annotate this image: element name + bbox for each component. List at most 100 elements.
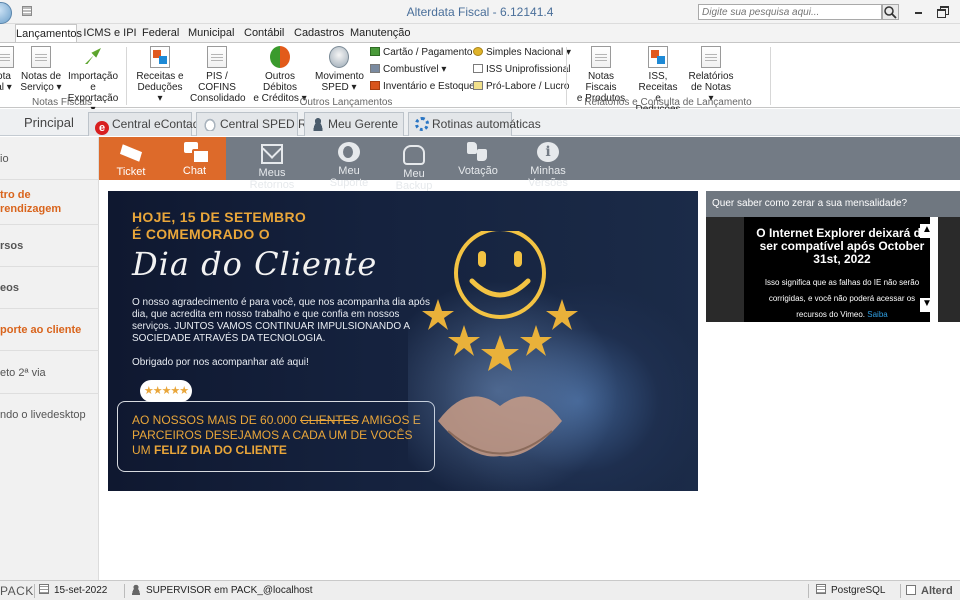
ie-warning-title: O Internet Explorer deixará de ser compa… xyxy=(756,226,928,266)
document-icon xyxy=(0,46,14,68)
tab-manutencao[interactable]: Manutenção xyxy=(350,24,411,42)
thumbs-icon xyxy=(467,142,489,162)
meu-backup-button[interactable]: Meu Backup xyxy=(385,137,443,192)
dia-do-cliente-banner[interactable]: HOJE, 15 DE SETEMBRO É COMEMORADO O Dia … xyxy=(108,191,698,491)
video-embed[interactable]: O Internet Explorer deixará de ser compa… xyxy=(744,217,930,322)
card-icon xyxy=(370,47,380,56)
banner-headline: HOJE, 15 DE SETEMBRO É COMEMORADO O xyxy=(132,209,307,242)
sidebar-item-videos[interactable]: eos xyxy=(0,267,99,309)
tab-cadastros[interactable]: Cadastros xyxy=(294,24,344,42)
banner-thanks-text: Obrigado por nos acompanhar até aqui! xyxy=(132,357,309,368)
tab-lancamentos[interactable]: Lançamentos xyxy=(15,24,82,43)
database-icon xyxy=(816,584,826,594)
pro-labore-icon xyxy=(473,81,483,90)
info-icon: i xyxy=(537,142,559,162)
tab-central-sped-reinf[interactable]: Central SPED Reinf xyxy=(196,112,326,136)
revenue-icon xyxy=(150,46,170,68)
meus-retornos-button[interactable]: Meus Retornos xyxy=(236,137,308,191)
combustivel-button[interactable]: Combustível ▾ xyxy=(370,64,446,76)
scroll-up-icon[interactable]: ▲ xyxy=(920,224,934,238)
tab-federal[interactable]: Federal xyxy=(142,24,179,42)
pro-labore-button[interactable]: Pró-Labore / Lucro xyxy=(473,81,569,93)
minimize-button[interactable] xyxy=(912,5,926,17)
chat-icon xyxy=(183,142,210,164)
user-icon xyxy=(130,584,142,595)
mail-icon xyxy=(261,144,283,164)
status-brand: Alterd xyxy=(906,581,960,600)
tab-rotinas-automaticas[interactable]: Rotinas automáticas xyxy=(408,112,541,136)
sidebar: io tro de rendizagem rsos eos porte ao c… xyxy=(0,137,99,580)
support-icon xyxy=(338,142,360,162)
notas-servico-button[interactable]: Notas de Serviço ▾ xyxy=(20,46,62,93)
group-separator xyxy=(566,47,567,105)
cloud-icon xyxy=(203,117,217,131)
menu-bar: Lançamentos ICMS e IPI Federal Municipal… xyxy=(0,24,960,43)
scroll-down-icon[interactable]: ▼ xyxy=(920,298,934,312)
iss-icon xyxy=(473,64,483,73)
video-panel-header: Quer saber como zerar a sua mensalidade? xyxy=(706,191,960,217)
notes-report-icon xyxy=(701,46,721,68)
banner-script-title: Dia do Cliente xyxy=(132,245,378,283)
report-icon xyxy=(591,46,611,68)
ticket-button[interactable]: Ticket xyxy=(99,137,163,180)
inventory-icon xyxy=(370,81,380,90)
pis-cofins-icon xyxy=(207,46,227,68)
receitas-deducoes-button[interactable]: Receitas e Deduções ▾ xyxy=(136,46,184,104)
sidebar-item-boleto[interactable]: eto 2ª via xyxy=(0,351,99,394)
group-label-relatorios: Relatórios e Consulta de Lançamento xyxy=(584,97,752,108)
pis-cofins-button[interactable]: PIS / COFINS Consolidado xyxy=(190,46,246,104)
econtador-icon: e xyxy=(95,121,109,135)
video-panel: Quer saber como zerar a sua mensalidade?… xyxy=(706,191,960,322)
simples-icon xyxy=(473,47,483,56)
import-export-icon xyxy=(83,46,103,68)
meu-suporte-button[interactable]: Meu Suporte xyxy=(318,137,380,189)
iss-uniprofissional-button[interactable]: ISS Uniprofissional xyxy=(473,64,570,76)
tab-central-econtador[interactable]: e Central eContador xyxy=(88,112,210,136)
rel-relatorios-notas-button[interactable]: Relatórios de Notas ▾ xyxy=(688,46,734,104)
tab-icms-ipi[interactable]: ICMS e IPI xyxy=(82,24,138,42)
sidebar-item-livedesktop[interactable]: ndo o livedesktop xyxy=(0,394,99,437)
tab-contabil[interactable]: Contábil xyxy=(244,24,284,42)
inventario-estoque-button[interactable]: Inventário e Estoque ▾ xyxy=(370,81,483,93)
rating-badge: ★★★★★ xyxy=(140,380,192,402)
title-bar: Alterdata Fiscal - 6.12141.4 xyxy=(0,0,960,24)
votacao-button[interactable]: Votação xyxy=(454,137,502,180)
smiley-stars-illustration xyxy=(408,231,618,491)
status-database: PostgreSQL xyxy=(816,581,885,600)
tab-meu-gerente[interactable]: Meu Gerente xyxy=(304,112,404,136)
service-bar: Ticket Chat Meus Retornos Meu Suporte Me… xyxy=(99,137,960,192)
ie-warning-message: Isso significa que as falhas do IE não s… xyxy=(764,278,920,319)
sidebar-item-inicio[interactable]: io xyxy=(0,137,99,180)
status-date: 15-set-2022 xyxy=(39,581,107,600)
banner-body-text: O nosso agradecimento é para você, que n… xyxy=(132,297,430,344)
plus-minus-icon xyxy=(270,46,290,68)
group-separator xyxy=(770,47,771,105)
movimento-sped-button[interactable]: Movimento SPED ▾ xyxy=(315,46,364,93)
cartao-pagamento-button[interactable]: Cartão / Pagamento ▾ xyxy=(370,47,480,59)
nota-fiscal-button[interactable]: ota al ▾ xyxy=(0,46,14,93)
search-icon xyxy=(884,6,897,19)
simples-nacional-button[interactable]: Simples Nacional ▾ xyxy=(473,47,571,59)
sped-disk-icon xyxy=(329,46,349,68)
outros-debitos-button[interactable]: Outros Débitos e Créditos ▾ xyxy=(249,46,311,104)
sidebar-item-centro-aprendizagem[interactable]: tro de rendizagem xyxy=(0,180,99,225)
learn-more-link[interactable]: Saiba xyxy=(867,310,887,319)
sidebar-item-cursos[interactable]: rsos xyxy=(0,225,99,267)
status-bar: PACK 15-set-2022 SUPERVISOR em PACK_@loc… xyxy=(0,580,960,600)
group-separator xyxy=(126,47,127,105)
sidebar-item-suporte-cliente[interactable]: porte ao cliente xyxy=(0,309,99,351)
tab-municipal[interactable]: Municipal xyxy=(188,24,234,42)
ribbon: ota al ▾ Notas de Serviço ▾ Importação e… xyxy=(0,42,960,115)
minhas-versoes-button[interactable]: i Minhas Versões xyxy=(512,137,584,189)
rel-notas-fiscais-button[interactable]: Notas Fiscais e Produtos xyxy=(574,46,628,104)
ticket-icon xyxy=(118,141,143,165)
banner-message-text: AO NOSSOS MAIS DE 60.000 CLIENTES AMIGOS… xyxy=(132,413,421,457)
iss-report-icon xyxy=(648,46,668,68)
group-label-outros-lancamentos: Outros Lançamentos xyxy=(299,97,393,108)
restore-button[interactable] xyxy=(936,5,950,18)
chat-button[interactable]: Chat xyxy=(163,137,226,180)
search-input[interactable] xyxy=(698,4,882,20)
tab-principal[interactable]: Principal xyxy=(0,109,88,136)
search-button[interactable] xyxy=(882,4,899,20)
company-label: PACK xyxy=(0,584,34,598)
